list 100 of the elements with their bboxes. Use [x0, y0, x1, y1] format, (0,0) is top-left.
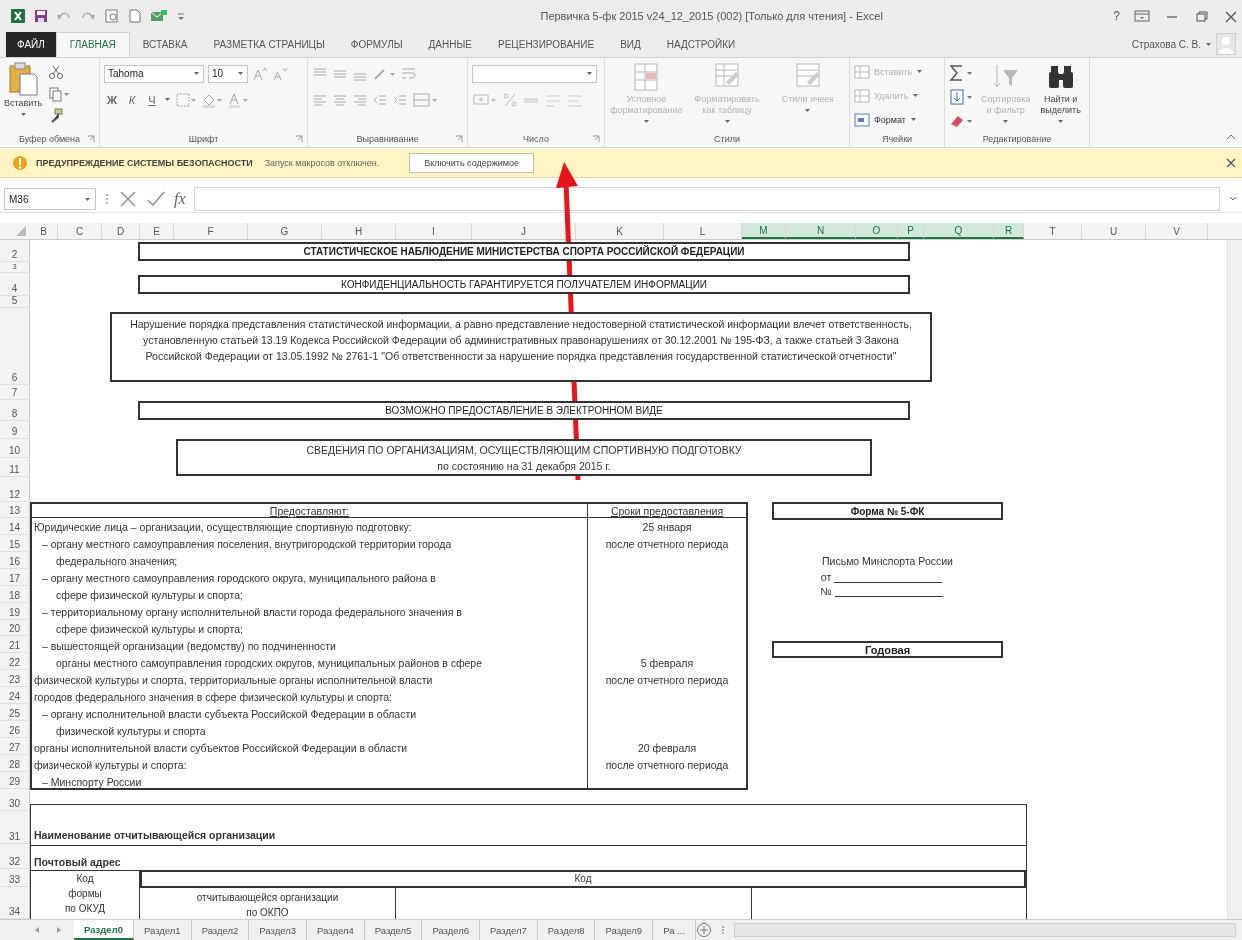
user-name[interactable]: Страхова С. В.	[1131, 38, 1201, 50]
row-header[interactable]: 5	[0, 296, 29, 309]
sheet-tab[interactable]: Раздел2	[191, 920, 250, 940]
caret-icon[interactable]	[164, 96, 171, 104]
underline-button[interactable]: Ч	[144, 93, 160, 106]
column-header[interactable]: E	[140, 223, 174, 240]
column-header[interactable]: K	[576, 223, 664, 240]
dialog-launcher-icon[interactable]	[455, 135, 463, 144]
fill-down-icon[interactable]	[949, 87, 975, 106]
number-format-field[interactable]	[472, 64, 597, 83]
new-document-icon[interactable]	[128, 8, 142, 23]
merge-cells-icon[interactable]	[412, 91, 438, 108]
column-header[interactable]: U	[1082, 223, 1146, 240]
font-color-icon[interactable]	[227, 91, 249, 108]
column-header[interactable]: P	[898, 223, 924, 240]
sheet-tab[interactable]: Раздел9	[595, 920, 654, 940]
font-size-field[interactable]: 10	[208, 64, 248, 83]
column-header[interactable]: C	[58, 223, 102, 240]
sum-icon[interactable]	[949, 63, 975, 82]
copy-icon[interactable]	[48, 85, 71, 102]
column-header[interactable]: T	[1024, 223, 1082, 240]
print-preview-icon[interactable]	[104, 8, 120, 23]
row-header[interactable]: 2	[0, 240, 29, 263]
sheet-tab[interactable]: Ра ...	[653, 920, 697, 940]
caret-icon[interactable]	[586, 70, 593, 78]
row-header[interactable]: 17	[0, 568, 29, 586]
row-header[interactable]: 18	[0, 585, 29, 603]
row-header[interactable]: 13	[0, 501, 29, 518]
row-header[interactable]: 32	[0, 844, 29, 870]
enable-content-button[interactable]: Включить содержимое	[409, 153, 535, 174]
caret-icon[interactable]	[910, 116, 917, 124]
italic-button[interactable]: К	[124, 93, 140, 106]
row-header[interactable]: 4	[0, 273, 29, 297]
column-header[interactable]: B	[30, 223, 58, 240]
sheet-tab[interactable]: Раздел8	[537, 920, 596, 940]
row-header[interactable]: 23	[0, 670, 29, 688]
row-header[interactable]: 12	[0, 476, 29, 502]
caret-icon[interactable]	[19, 110, 27, 118]
ribbon-tab[interactable]: НАДСТРОЙКИ	[653, 31, 749, 57]
cut-icon[interactable]	[48, 63, 65, 80]
row-header[interactable]: 25	[0, 704, 29, 722]
column-header[interactable]: R	[994, 223, 1024, 240]
row-header[interactable]: 31	[0, 811, 29, 845]
find-select-button[interactable]: Найти и выделить	[1036, 61, 1085, 125]
bold-button[interactable]: Ж	[104, 93, 120, 106]
collapse-ribbon-icon[interactable]	[1226, 133, 1236, 142]
ribbon-tab[interactable]: ВСТАВКА	[129, 31, 201, 57]
row-header[interactable]: 29	[0, 772, 29, 790]
row-header[interactable]: 19	[0, 602, 29, 620]
dialog-launcher-icon[interactable]	[592, 135, 600, 144]
row-header[interactable]: 11	[0, 457, 29, 477]
sheet-tab[interactable]: Раздел5	[364, 920, 423, 940]
ribbon-tab[interactable]: ВИД	[607, 31, 654, 57]
sheet-tab[interactable]: Раздел6	[422, 920, 481, 940]
column-header[interactable]: I	[396, 223, 472, 240]
wrap-text-icon[interactable]	[400, 65, 418, 82]
row-header[interactable]: 27	[0, 738, 29, 756]
column-header[interactable]: O	[856, 223, 898, 240]
ribbon-tab[interactable]: ФОРМУЛЫ	[337, 31, 416, 57]
row-header[interactable]: 3	[0, 262, 29, 274]
row-header[interactable]: 8	[0, 399, 29, 421]
row-header[interactable]: 30	[0, 789, 29, 812]
sheet-tab[interactable]: Раздел1	[133, 920, 192, 940]
horizontal-scrollbar[interactable]	[734, 923, 1236, 937]
row-header[interactable]: 33	[0, 869, 29, 887]
row-header[interactable]: 6	[0, 308, 29, 385]
formula-input-field[interactable]	[193, 187, 1220, 212]
row-header[interactable]: 21	[0, 636, 29, 654]
column-header[interactable]: F	[174, 223, 248, 240]
column-header[interactable]: D	[102, 223, 140, 240]
dialog-launcher-icon[interactable]	[295, 135, 303, 144]
percent-icon[interactable]	[502, 91, 518, 108]
row-header[interactable]: 16	[0, 551, 29, 569]
caret-icon[interactable]	[84, 195, 91, 203]
name-box[interactable]: M36	[4, 188, 96, 211]
column-header[interactable]: N	[786, 223, 856, 240]
row-header[interactable]: 10	[0, 438, 29, 458]
vertical-scrollbar[interactable]	[1227, 240, 1242, 919]
save-icon[interactable]	[34, 8, 48, 23]
row-header[interactable]: 7	[0, 384, 29, 400]
restore-icon[interactable]	[1194, 8, 1210, 23]
decrease-font-size-icon[interactable]	[272, 65, 288, 82]
ribbon-tab[interactable]: РЕЦЕНЗИРОВАНИЕ	[485, 31, 608, 57]
help-button[interactable]: ?	[1113, 8, 1120, 23]
row-header[interactable]: 20	[0, 619, 29, 637]
sheet-tab[interactable]: Раздел7	[480, 920, 538, 940]
column-header[interactable]: M	[742, 223, 786, 240]
format-cells-button[interactable]: Формат	[854, 109, 924, 130]
email-icon[interactable]	[150, 8, 168, 23]
row-header[interactable]: 15	[0, 534, 29, 552]
row-header[interactable]: 34	[0, 887, 29, 919]
dialog-launcher-icon[interactable]	[87, 135, 95, 144]
sheet-tab[interactable]: Раздел0	[74, 920, 134, 940]
currency-format-icon[interactable]	[472, 91, 498, 108]
column-header[interactable]: V	[1146, 223, 1208, 240]
ribbon-tab[interactable]: ДАННЫЕ	[415, 31, 485, 57]
column-header[interactable]: J	[472, 223, 576, 240]
row-header[interactable]: 14	[0, 517, 29, 535]
increase-font-size-icon[interactable]	[252, 65, 268, 82]
close-icon[interactable]	[1226, 158, 1236, 169]
